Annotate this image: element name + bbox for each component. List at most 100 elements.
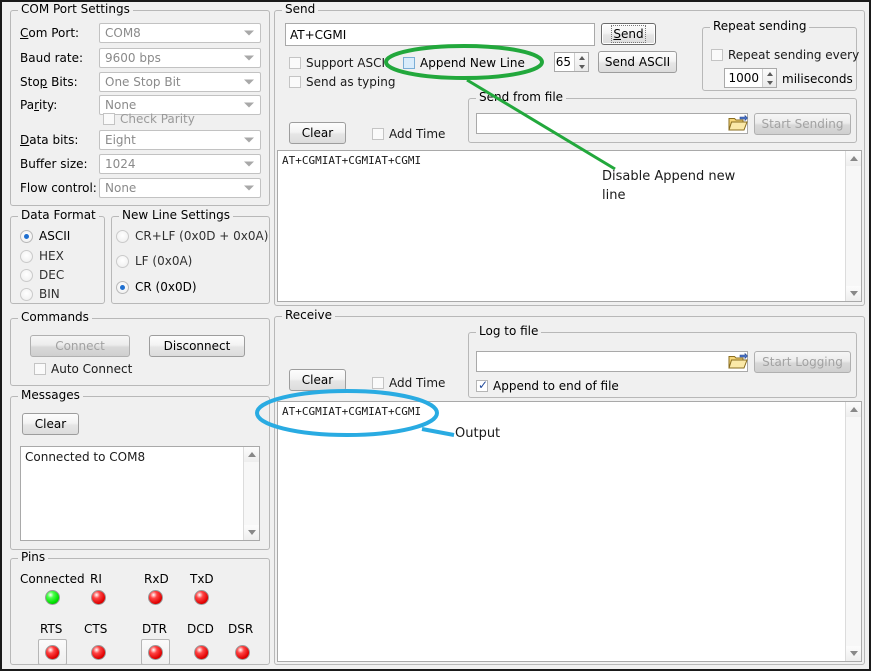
send-as-typing-label: Send as typing <box>306 75 395 89</box>
scroll-up-icon[interactable] <box>244 447 259 462</box>
pin-label-connected: Connected <box>20 572 85 586</box>
scroll-down-icon[interactable] <box>846 646 861 661</box>
scroll-up-icon[interactable] <box>846 151 861 166</box>
send-ascii-button[interactable]: Send ASCII <box>598 51 677 73</box>
connect-button-label: Connect <box>55 339 105 353</box>
scroll-down-icon[interactable] <box>846 286 861 301</box>
receive-output-area[interactable]: AT+CGMIAT+CGMIAT+CGMI <box>277 401 862 662</box>
pin-led-dtr <box>148 645 163 660</box>
repeat-sending-checkbox[interactable]: Repeat sending every <box>711 48 859 62</box>
stop-bits-select[interactable]: One Stop Bit <box>99 72 261 92</box>
baud-rate-value: 9600 bps <box>105 52 161 64</box>
messages-scrollbar[interactable] <box>243 447 259 540</box>
chevron-down-icon <box>244 56 254 61</box>
radio-label: LF (0x0A) <box>135 254 192 268</box>
receive-output-scrollbar[interactable] <box>845 402 861 661</box>
stepper-down-icon[interactable] <box>763 78 776 87</box>
milliseconds-label: miliseconds <box>782 72 853 86</box>
support-ascii-label: Support ASCII <box>306 56 389 70</box>
data-bits-value: Eight <box>105 134 136 146</box>
radio-newline-lf[interactable]: LF (0x0A) <box>116 254 192 268</box>
radio-label: ASCII <box>39 229 70 243</box>
append-new-line-checkbox[interactable]: Append New Line <box>403 56 525 70</box>
messages-clear-label: Clear <box>35 417 66 431</box>
open-folder-icon[interactable] <box>728 115 748 132</box>
check-icon: ✓ <box>478 379 488 391</box>
pin-led-dcd <box>194 645 209 660</box>
send-clear-label: Clear <box>302 126 333 140</box>
send-ascii-label: Send ASCII <box>605 55 670 69</box>
radio-newline-cr[interactable]: CR (0x0D) <box>116 280 197 294</box>
receive-clear-button[interactable]: Clear <box>289 369 346 391</box>
stepper-up-icon[interactable] <box>575 53 588 62</box>
radio-data-format-dec[interactable]: DEC <box>20 268 64 282</box>
auto-connect-checkbox[interactable]: Auto Connect <box>34 362 132 376</box>
pin-led-txd <box>194 590 209 605</box>
pin-led-dsr <box>235 645 250 660</box>
receive-add-time-checkbox[interactable]: Add Time <box>372 376 445 390</box>
log-file-path-input[interactable] <box>476 351 748 372</box>
check-parity-checkbox[interactable]: Check Parity <box>103 112 195 126</box>
start-sending-label: Start Sending <box>762 117 844 131</box>
radio-data-format-hex[interactable]: HEX <box>20 249 64 263</box>
buffer-size-select[interactable]: 1024 <box>99 154 261 174</box>
buffer-size-value: 1024 <box>105 158 136 170</box>
checkbox-box <box>289 57 301 69</box>
flow-control-select[interactable]: None <box>99 178 261 198</box>
radio-data-format-ascii[interactable]: ASCII <box>20 229 70 243</box>
send-input[interactable]: AT+CGMI <box>285 23 595 46</box>
support-ascii-checkbox[interactable]: Support ASCII <box>289 56 389 70</box>
disconnect-button[interactable]: Disconnect <box>149 335 245 357</box>
pin-label-cts: CTS <box>84 622 107 636</box>
chevron-down-icon <box>244 31 254 36</box>
pins-caption: Pins <box>18 551 48 563</box>
send-clear-button[interactable]: Clear <box>289 122 346 144</box>
stepper-arrows[interactable] <box>762 69 776 87</box>
data-bits-select[interactable]: Eight <box>99 130 261 150</box>
checkbox-box <box>372 377 384 389</box>
chevron-down-icon <box>244 103 254 108</box>
messages-log-area[interactable]: Connected to COM8 <box>20 446 260 541</box>
stepper-up-icon[interactable] <box>763 69 776 78</box>
pin-label-txd: TxD <box>190 572 214 586</box>
scroll-up-icon[interactable] <box>846 402 861 417</box>
receive-clear-label: Clear <box>302 373 333 387</box>
pin-led-cts <box>91 645 106 660</box>
start-sending-button[interactable]: Start Sending <box>754 113 851 135</box>
send-file-path-input[interactable] <box>476 113 748 134</box>
open-folder-icon[interactable] <box>728 353 748 370</box>
send-as-typing-checkbox[interactable]: Send as typing <box>289 75 395 89</box>
chevron-down-icon <box>244 138 254 143</box>
start-logging-button[interactable]: Start Logging <box>754 351 851 373</box>
ascii-code-stepper[interactable]: 65 <box>554 52 589 72</box>
stepper-arrows[interactable] <box>574 53 588 71</box>
messages-clear-button[interactable]: Clear <box>22 413 79 435</box>
checkbox-box <box>403 57 415 69</box>
radio-label: BIN <box>39 287 60 301</box>
stop-bits-value: One Stop Bit <box>105 76 181 88</box>
output-note: Output <box>455 424 500 443</box>
radio-newline-crlf[interactable]: CR+LF (0x0D + 0x0A) <box>116 229 268 243</box>
send-button[interactable]: Send <box>601 23 656 45</box>
radio-data-format-bin[interactable]: BIN <box>20 287 60 301</box>
send-output-scrollbar[interactable] <box>845 151 861 301</box>
stepper-down-icon[interactable] <box>575 62 588 71</box>
log-to-file-caption: Log to file <box>476 325 541 337</box>
commands-caption: Commands <box>18 311 92 323</box>
send-output-area[interactable]: AT+CGMIAT+CGMIAT+CGMI <box>277 150 862 302</box>
checkbox-box <box>372 128 384 140</box>
connect-button[interactable]: Connect <box>30 335 130 357</box>
pin-label-rts: RTS <box>40 622 62 636</box>
pin-led-connected <box>45 590 60 605</box>
append-new-line-label: Append New Line <box>420 56 525 70</box>
baud-rate-select[interactable]: 9600 bps <box>99 48 261 68</box>
disable-append-new-line-note: Disable Append new line <box>602 167 762 205</box>
repeat-interval-stepper[interactable]: 1000 <box>724 68 777 88</box>
checkbox-box <box>103 113 115 125</box>
stop-bits-label: Stop Bits: <box>20 75 78 89</box>
scroll-down-icon[interactable] <box>244 525 259 540</box>
ascii-code-value: 65 <box>555 53 574 71</box>
send-add-time-checkbox[interactable]: Add Time <box>372 127 445 141</box>
append-to-end-checkbox[interactable]: ✓ Append to end of file <box>476 379 619 393</box>
com-port-select[interactable]: COM8 <box>99 23 261 43</box>
